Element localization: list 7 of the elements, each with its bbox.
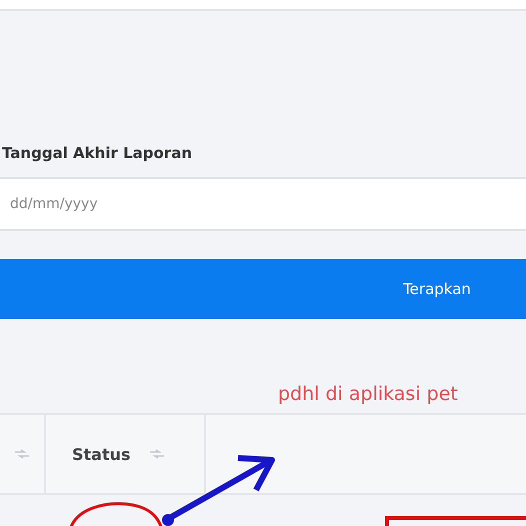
column-header[interactable]: Status [46,415,206,493]
apply-button[interactable]: Terapkan [0,259,526,319]
sort-icon[interactable] [148,449,165,459]
annotation-text: pdhl di aplikasi pet [278,383,458,407]
date-field[interactable]: dd/mm/yyyy [0,177,526,231]
sort-icon[interactable] [14,449,30,459]
field-label: Tanggal Akhir Laporan [2,143,194,164]
